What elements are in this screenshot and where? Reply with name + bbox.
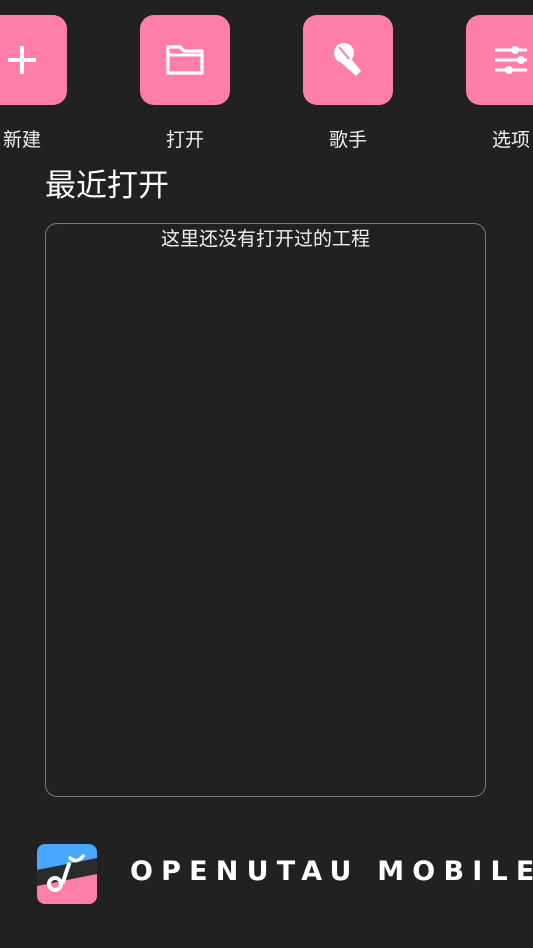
open-project-button[interactable]: 打开 <box>140 15 230 155</box>
open-project-label: 打开 <box>165 129 204 151</box>
sliders-icon <box>495 46 527 74</box>
open-project-tile[interactable] <box>140 15 230 105</box>
recent-projects-list[interactable]: 这里还没有打开过的工程 <box>45 223 486 797</box>
folder-icon <box>166 45 204 75</box>
options-label: 选项 <box>491 129 530 151</box>
plus-icon <box>8 46 36 74</box>
singers-tile[interactable] <box>303 15 393 105</box>
app-brand-name: OPENUTAU MOBILE <box>130 856 533 887</box>
recent-section-title: 最近打开 <box>45 168 169 204</box>
singers-button[interactable]: 歌手 <box>303 15 393 155</box>
new-project-tile[interactable] <box>0 15 67 105</box>
singers-label: 歌手 <box>328 129 367 151</box>
action-bar: 新建 打开 歌手 选项 <box>0 0 533 170</box>
new-project-label: 新建 <box>2 129 41 151</box>
options-button[interactable]: 选项 <box>466 15 533 155</box>
empty-recent-message: 这里还没有打开过的工程 <box>160 228 370 250</box>
openutau-logo-icon <box>37 844 97 904</box>
microphone-icon <box>334 43 361 76</box>
brand-footer: OPENUTAU MOBILE <box>37 844 533 904</box>
new-project-button[interactable]: 新建 <box>0 15 67 155</box>
options-tile[interactable] <box>466 15 533 105</box>
